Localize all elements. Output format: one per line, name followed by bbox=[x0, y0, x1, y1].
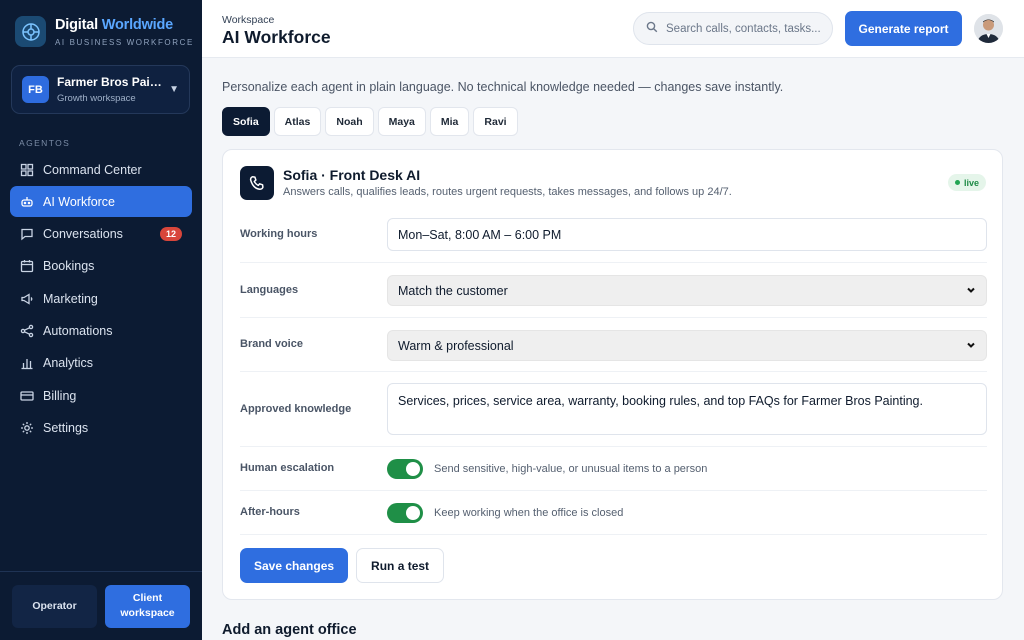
workspace-name: Farmer Bros Painting bbox=[57, 75, 165, 89]
unread-count-badge: 12 bbox=[159, 227, 182, 242]
live-dot-icon bbox=[954, 180, 960, 185]
search-input[interactable] bbox=[666, 22, 820, 35]
credit-card-icon bbox=[20, 389, 34, 403]
after-hours-toggle[interactable] bbox=[387, 503, 423, 523]
tab-maya[interactable]: Maya bbox=[377, 107, 426, 136]
approved-knowledge-label: Approved knowledge bbox=[240, 403, 352, 415]
operator-mode-button[interactable]: Operator bbox=[12, 584, 97, 628]
sidebar-item-conversations[interactable]: Conversations 12 bbox=[10, 219, 192, 250]
agent-tabs: Sofia Atlas Noah Maya Mia Ravi bbox=[222, 107, 518, 136]
tab-noah[interactable]: Noah bbox=[325, 107, 374, 136]
status-badge: live bbox=[947, 174, 986, 191]
working-hours-row: Working hours bbox=[240, 218, 987, 263]
chat-icon bbox=[20, 227, 34, 241]
caret-down-icon: ▼ bbox=[169, 84, 179, 95]
sidebar-item-ai-workforce[interactable]: AI Workforce bbox=[10, 186, 192, 218]
sidebar-item-bookings[interactable]: Bookings bbox=[10, 251, 192, 282]
megaphone-icon bbox=[20, 292, 34, 306]
languages-select[interactable]: Match the customer bbox=[387, 275, 987, 306]
robot-icon bbox=[20, 195, 34, 209]
top-bar: Workspace AI Workforce Generate report bbox=[202, 0, 1024, 58]
search-icon bbox=[646, 20, 658, 38]
brand[interactable]: Digital Worldwide AI BUSINESS WORKFORCE bbox=[15, 16, 194, 47]
share-nodes-icon bbox=[20, 324, 34, 338]
human-escalation-toggle[interactable] bbox=[387, 459, 423, 479]
search-box[interactable] bbox=[633, 12, 833, 45]
grid-icon bbox=[20, 163, 34, 177]
workspace-switcher[interactable]: FB Farmer Bros Painting Growth workspace… bbox=[11, 65, 190, 114]
sidebar-item-automations[interactable]: Automations bbox=[10, 315, 192, 346]
add-agent-office-heading: Add an agent office bbox=[222, 622, 357, 638]
sidebar-item-billing[interactable]: Billing bbox=[10, 380, 192, 411]
bar-chart-icon bbox=[20, 356, 34, 370]
tab-mia[interactable]: Mia bbox=[429, 107, 470, 136]
gear-icon bbox=[20, 421, 34, 435]
chevron-down-icon bbox=[966, 339, 976, 353]
working-hours-label: Working hours bbox=[240, 228, 318, 240]
tab-atlas[interactable]: Atlas bbox=[273, 107, 322, 136]
sidebar-nav: Command Center AI Workforce Conversation… bbox=[10, 154, 192, 445]
save-changes-button[interactable]: Save changes bbox=[240, 548, 349, 583]
brand-voice-select[interactable]: Warm & professional bbox=[387, 330, 987, 361]
agent-name: Sofia · Front Desk AI bbox=[283, 167, 421, 183]
brand-name: Digital Worldwide bbox=[55, 16, 174, 33]
after-hours-description: Keep working when the office is closed bbox=[434, 507, 624, 519]
tab-ravi[interactable]: Ravi bbox=[473, 107, 518, 136]
approved-knowledge-textarea[interactable]: Services, prices, service area, warranty… bbox=[387, 383, 987, 435]
globe-logo-icon bbox=[15, 16, 46, 47]
sidebar-item-analytics[interactable]: Analytics bbox=[10, 348, 192, 379]
human-escalation-description: Send sensitive, high-value, or unusual i… bbox=[434, 463, 708, 475]
brand-voice-label: Brand voice bbox=[240, 338, 303, 350]
user-avatar[interactable] bbox=[974, 14, 1003, 43]
calendar-icon bbox=[20, 259, 34, 273]
working-hours-input[interactable] bbox=[387, 218, 987, 251]
languages-row: Languages Match the customer bbox=[240, 263, 987, 318]
approved-knowledge-row: Approved knowledge Services, prices, ser… bbox=[240, 372, 987, 447]
intro-text: Personalize each agent in plain language… bbox=[222, 80, 784, 94]
run-test-button[interactable]: Run a test bbox=[356, 548, 445, 583]
agent-settings-card: Sofia · Front Desk AI Answers calls, qua… bbox=[222, 149, 1003, 600]
after-hours-row: After-hours Keep working when the office… bbox=[240, 491, 987, 535]
breadcrumb[interactable]: Workspace bbox=[222, 14, 274, 26]
generate-report-button[interactable]: Generate report bbox=[845, 11, 962, 46]
chevron-down-icon bbox=[966, 284, 976, 298]
phone-icon bbox=[240, 166, 274, 200]
sidebar-item-marketing[interactable]: Marketing bbox=[10, 283, 192, 314]
workspace-plan: Growth workspace bbox=[57, 93, 136, 104]
human-escalation-label: Human escalation bbox=[240, 462, 335, 474]
brand-subtitle: AI BUSINESS WORKFORCE bbox=[55, 37, 194, 47]
nav-section-label: AGENTOS bbox=[19, 138, 71, 148]
sidebar-item-command-center[interactable]: Command Center bbox=[10, 154, 192, 185]
client-workspace-button[interactable]: Client workspace bbox=[105, 584, 190, 628]
human-escalation-row: Human escalation Send sensitive, high-va… bbox=[240, 447, 987, 491]
languages-label: Languages bbox=[240, 284, 299, 296]
form-actions: Save changes Run a test bbox=[240, 548, 445, 583]
workspace-avatar: FB bbox=[22, 76, 49, 103]
after-hours-label: After-hours bbox=[240, 506, 300, 518]
sidebar: Digital Worldwide AI BUSINESS WORKFORCE … bbox=[0, 0, 202, 640]
agent-header: Sofia · Front Desk AI Answers calls, qua… bbox=[240, 166, 986, 200]
brand-voice-row: Brand voice Warm & professional bbox=[240, 318, 987, 372]
agent-description: Answers calls, qualifies leads, routes u… bbox=[283, 186, 732, 198]
sidebar-item-settings[interactable]: Settings bbox=[10, 412, 192, 443]
page-title: AI Workforce bbox=[222, 27, 331, 47]
mode-switch: Operator Client workspace bbox=[0, 571, 202, 640]
tab-sofia[interactable]: Sofia bbox=[222, 107, 270, 136]
